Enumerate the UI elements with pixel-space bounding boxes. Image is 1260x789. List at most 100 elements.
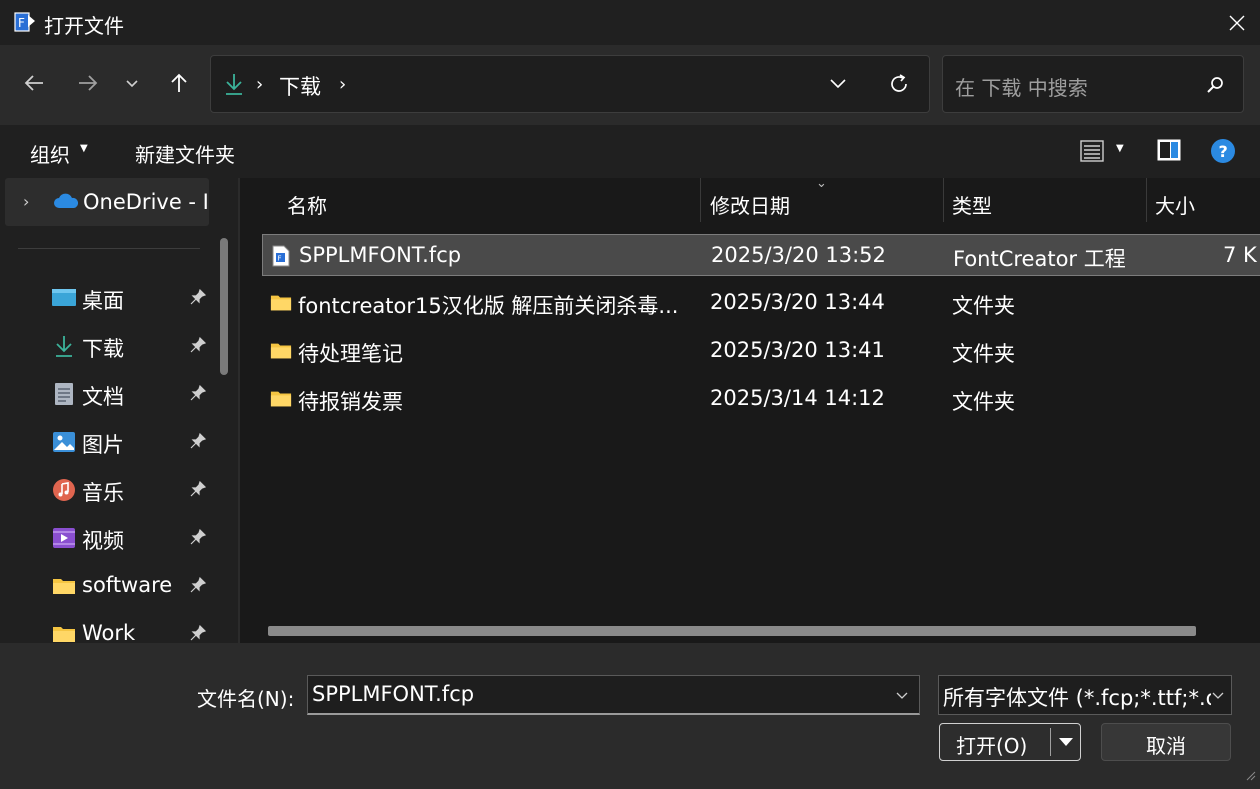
file-type: 文件夹 xyxy=(952,294,1015,318)
pictures-icon xyxy=(52,430,76,454)
arrow-right-icon xyxy=(79,75,98,91)
open-button[interactable]: 打开(O) xyxy=(939,723,1081,761)
pin-icon[interactable] xyxy=(190,384,207,405)
folder-icon xyxy=(52,622,76,643)
column-separator[interactable] xyxy=(943,178,944,222)
document-icon xyxy=(52,382,76,406)
pin-icon[interactable] xyxy=(190,624,207,643)
sidebar-divider xyxy=(18,248,200,249)
column-header-size[interactable]: 大小 xyxy=(1155,178,1195,226)
sidebar-scrollbar[interactable] xyxy=(220,238,228,375)
forward-button[interactable] xyxy=(72,67,104,99)
sidebar-item-software[interactable]: software xyxy=(0,563,215,611)
pin-icon[interactable] xyxy=(190,576,207,597)
help-icon[interactable]: ? xyxy=(1210,138,1236,168)
file-date: 2025/3/20 13:41 xyxy=(710,338,885,362)
file-name: 待报销发票 xyxy=(298,390,403,414)
folder-icon xyxy=(270,388,292,410)
window-title: 打开文件 xyxy=(44,14,124,38)
preview-pane-icon[interactable] xyxy=(1156,138,1182,166)
close-icon xyxy=(1229,15,1245,30)
horizontal-scrollbar[interactable] xyxy=(268,626,1196,636)
resize-grip-icon[interactable] xyxy=(1244,766,1256,785)
sidebar-item-desktop[interactable]: 桌面 xyxy=(0,275,215,323)
svg-text:F: F xyxy=(278,255,282,263)
pin-icon[interactable] xyxy=(190,432,207,453)
sidebar-item-label: software xyxy=(82,573,173,597)
view-options-icon[interactable] xyxy=(1080,139,1104,167)
column-separator[interactable] xyxy=(700,178,701,222)
pin-icon[interactable] xyxy=(190,288,207,309)
sidebar-item-label: 下载 xyxy=(82,337,124,361)
back-button[interactable] xyxy=(18,67,50,99)
column-header-date[interactable]: 修改日期 xyxy=(710,178,790,226)
sidebar-item-label: Work xyxy=(82,621,136,643)
breadcrumb-chevron-icon[interactable]: › xyxy=(339,74,346,95)
split-button-divider xyxy=(1050,728,1051,756)
breadcrumb-separator-icon: › xyxy=(256,74,264,95)
expand-chevron-icon[interactable]: › xyxy=(23,192,29,211)
file-type-filter-select[interactable]: 所有字体文件 (*.fcp;*.ttf;*.otf xyxy=(938,675,1232,715)
breadcrumb-downloads[interactable]: 下载 xyxy=(279,71,321,101)
download-icon xyxy=(52,334,76,358)
view-caret-icon[interactable]: ▼ xyxy=(1116,143,1124,154)
column-header-name[interactable]: 名称 xyxy=(287,178,327,226)
dialog-footer: 文件名(N): SPPLMFONT.fcp 所有字体文件 (*.fcp;*.tt… xyxy=(0,643,1260,789)
pin-icon[interactable] xyxy=(190,336,207,357)
sidebar-item-documents[interactable]: 文档 xyxy=(0,371,215,419)
refresh-icon[interactable] xyxy=(887,72,911,100)
sidebar-item-label: 视频 xyxy=(82,529,124,553)
address-dropdown-icon[interactable] xyxy=(827,72,849,98)
svg-text:?: ? xyxy=(1219,142,1228,161)
pin-icon[interactable] xyxy=(190,480,207,501)
filename-input[interactable]: SPPLMFONT.fcp xyxy=(307,675,920,715)
organize-menu-button[interactable]: 组织 xyxy=(30,139,70,168)
file-date: 2025/3/20 13:44 xyxy=(710,290,885,314)
column-header-type[interactable]: 类型 xyxy=(952,178,992,226)
file-row[interactable]: F SPPLMFONT.fcp 2025/3/20 13:52 FontCrea… xyxy=(262,234,1260,276)
chevron-down-icon xyxy=(1211,687,1225,706)
sidebar-item-label: 文档 xyxy=(82,385,124,409)
sidebar-item-downloads[interactable]: 下载 xyxy=(0,323,215,371)
new-folder-button[interactable]: 新建文件夹 xyxy=(135,139,235,168)
fontcreator-app-icon: F xyxy=(14,11,36,33)
sidebar-item-pictures[interactable]: 图片 xyxy=(0,419,215,467)
navigation-pane: › OneDrive - I 桌面 下载 文档 图片 音乐 视频 softwar… xyxy=(0,178,238,643)
file-row[interactable]: 待处理笔记 2025/3/20 13:41 文件夹 xyxy=(262,330,1260,372)
column-separator[interactable] xyxy=(1146,178,1147,222)
caret-down-icon: ▼ xyxy=(80,143,88,154)
fcp-file-icon: F xyxy=(271,245,293,267)
filename-history-chevron-icon[interactable] xyxy=(895,687,909,706)
search-input[interactable]: 在 下载 中搜索 xyxy=(942,55,1244,113)
file-row[interactable]: fontcreator15汉化版 解压前关闭杀毒... 2025/3/20 13… xyxy=(262,282,1260,324)
search-placeholder: 在 下载 中搜索 xyxy=(955,76,1088,100)
file-row[interactable]: 待报销发票 2025/3/14 14:12 文件夹 xyxy=(262,378,1260,420)
file-name: SPPLMFONT.fcp xyxy=(299,243,462,267)
filename-value: SPPLMFONT.fcp xyxy=(312,682,475,706)
address-bar[interactable]: › 下载 › xyxy=(210,55,930,113)
search-icon xyxy=(1205,75,1225,99)
sidebar-item-music[interactable]: 音乐 xyxy=(0,467,215,515)
svg-text:F: F xyxy=(18,16,25,30)
open-options-caret-icon[interactable] xyxy=(1056,732,1076,756)
sidebar-item-videos[interactable]: 视频 xyxy=(0,515,215,563)
recent-locations-button[interactable] xyxy=(116,67,148,99)
download-icon xyxy=(223,72,245,100)
filename-label: 文件名(N): xyxy=(197,687,295,711)
cancel-button[interactable]: 取消 xyxy=(1101,723,1231,761)
file-size: 7 K xyxy=(1223,243,1257,267)
sidebar-item-onedrive[interactable]: › OneDrive - I xyxy=(5,178,209,226)
close-button[interactable] xyxy=(1214,0,1260,45)
pin-icon[interactable] xyxy=(190,528,207,549)
title-bar: F 打开文件 xyxy=(0,0,1260,45)
file-name: 待处理笔记 xyxy=(298,342,403,366)
folder-icon xyxy=(52,574,76,598)
sidebar-item-label: 音乐 xyxy=(82,481,124,505)
chevron-down-icon xyxy=(126,80,138,88)
sort-indicator-icon: ⌄ xyxy=(816,178,827,191)
up-button[interactable] xyxy=(163,67,195,99)
sidebar-item-work[interactable]: Work xyxy=(0,611,215,643)
file-type: 文件夹 xyxy=(952,342,1015,366)
arrow-up-icon xyxy=(171,73,187,92)
file-list: 名称 修改日期 ⌄ 类型 大小 F SPPLMFONT.fcp 2025/3/2… xyxy=(240,178,1260,643)
